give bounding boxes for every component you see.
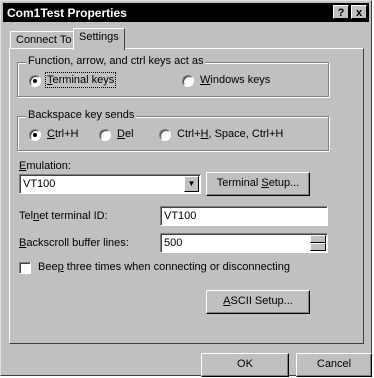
terminal-keys-label[interactable]: Terminal keys xyxy=(44,72,117,88)
ctrl-h-radio[interactable] xyxy=(29,129,41,141)
tab-settings-label: Settings xyxy=(79,31,119,43)
emulation-value: VT100 xyxy=(23,178,56,190)
backspace-legend: Backspace key sends xyxy=(26,109,137,121)
emulation-label: Emulation: xyxy=(19,160,71,172)
chevron-down-icon[interactable]: ▼ xyxy=(184,176,199,192)
backscroll-spinner[interactable] xyxy=(310,235,326,251)
beep-label[interactable]: Beep three times when connecting or disc… xyxy=(38,261,290,273)
emulation-select[interactable]: VT100 xyxy=(19,174,201,194)
beep-checkbox[interactable] xyxy=(19,262,31,274)
cancel-button[interactable]: Cancel xyxy=(296,353,372,377)
close-button[interactable]: x xyxy=(351,5,367,19)
telnet-id-label: Telnet terminal ID: xyxy=(19,210,108,222)
ok-button[interactable]: OK xyxy=(201,353,289,377)
function-keys-group: Function, arrow, and ctrl keys act as Te… xyxy=(17,55,329,97)
ascii-setup-button[interactable]: ASCII Setup... xyxy=(206,290,310,314)
function-keys-legend: Function, arrow, and ctrl keys act as xyxy=(26,55,206,67)
tab-connect-to[interactable]: Connect To xyxy=(10,31,78,49)
properties-dialog: Com1Test Properties ? x Connect To Setti… xyxy=(0,0,372,377)
windows-keys-label[interactable]: Windows keys xyxy=(200,74,270,86)
windows-keys-radio[interactable] xyxy=(182,75,194,87)
backscroll-value: 500 xyxy=(164,237,183,249)
backscroll-input[interactable]: 500 xyxy=(160,233,328,253)
backscroll-label: Backscroll buffer lines: xyxy=(19,237,129,249)
backspace-group: Backspace key sends Ctrl+H Del Ctrl+H, S… xyxy=(17,109,329,151)
terminal-keys-radio[interactable] xyxy=(29,75,41,87)
spinner-down-icon[interactable] xyxy=(310,243,326,251)
tab-settings[interactable]: Settings xyxy=(73,28,125,50)
settings-panel: Function, arrow, and ctrl keys act as Te… xyxy=(9,48,364,344)
telnet-id-input[interactable]: VT100 xyxy=(160,206,328,226)
del-radio[interactable] xyxy=(99,129,111,141)
terminal-setup-button[interactable]: Terminal Setup... xyxy=(206,172,310,196)
ctrl-h-label[interactable]: Ctrl+H xyxy=(47,128,78,140)
ctrl-h-space-label[interactable]: Ctrl+H, Space, Ctrl+H xyxy=(177,128,283,140)
window-title: Com1Test Properties xyxy=(7,6,127,20)
ctrl-h-space-radio[interactable] xyxy=(159,129,171,141)
del-label[interactable]: Del xyxy=(117,128,134,140)
title-bar[interactable]: Com1Test Properties ? x xyxy=(3,3,369,22)
spinner-up-icon[interactable] xyxy=(310,235,326,243)
help-button[interactable]: ? xyxy=(333,5,349,19)
